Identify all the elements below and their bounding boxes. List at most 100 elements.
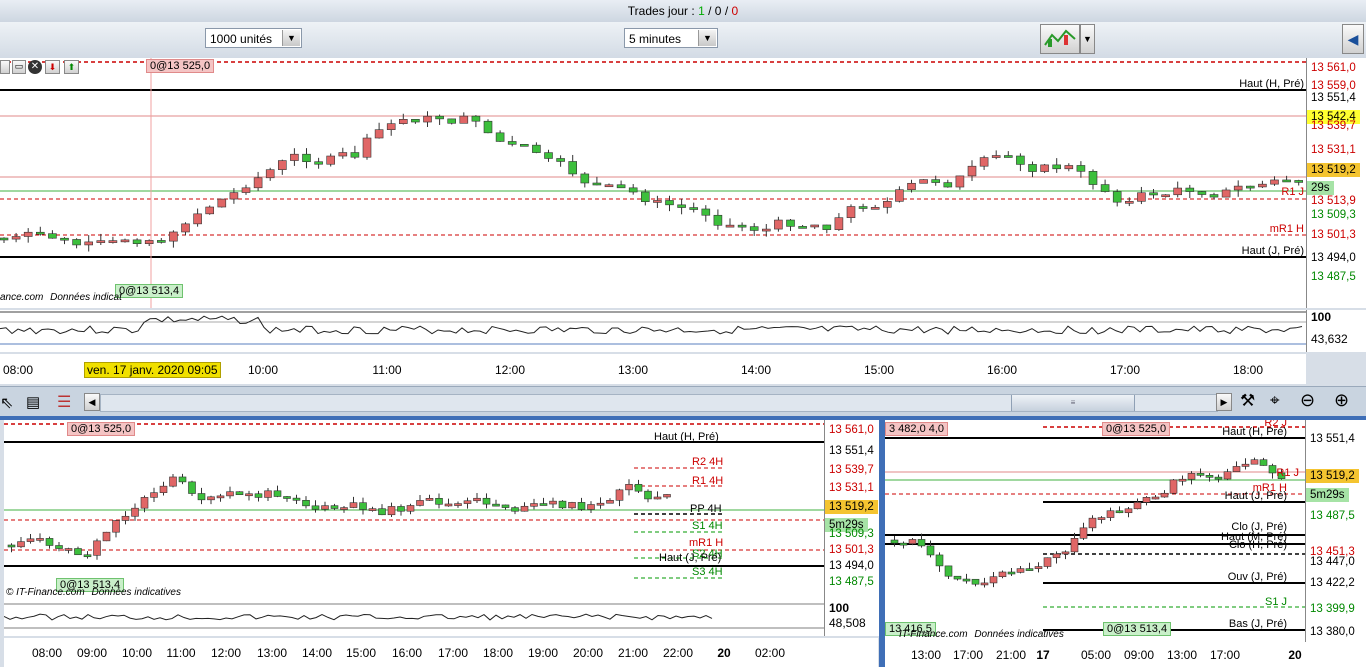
scroll-left-button[interactable]: ◀ xyxy=(84,393,100,411)
disclaimer-label: Données indicatives xyxy=(974,629,1064,640)
candle-body xyxy=(663,494,671,498)
bottom-right-time-axis: 13:00 17:00 21:00 17 05:00 09:00 13:00 17:00 20 xyxy=(885,642,1366,667)
price-axis-label: 13 399,9 xyxy=(1310,603,1355,615)
candle-body xyxy=(495,132,505,142)
candle-body xyxy=(1149,192,1158,196)
zoom-fit-icon[interactable]: ⌖ xyxy=(1270,391,1280,411)
sell-order-badge[interactable]: 0@13 525,0 xyxy=(1102,422,1171,436)
time-axis-label: 12:00 xyxy=(210,646,242,660)
zoom-in-icon[interactable]: ⊕ xyxy=(1334,390,1349,411)
chart-style-dropdown-button[interactable]: ▼ xyxy=(1080,24,1095,54)
settings-wrench-icon[interactable]: ⚒ xyxy=(1240,391,1255,411)
candle-body xyxy=(908,539,917,545)
chevron-down-icon[interactable]: ▼ xyxy=(698,30,716,46)
candle-body xyxy=(1007,571,1016,575)
candle-body xyxy=(321,505,329,510)
buy-arrow-icon[interactable]: ⬆ xyxy=(64,60,79,74)
price-axis-label: 13 561,0 xyxy=(1311,62,1356,74)
level-label-haut-j: Haut (J, Pré) xyxy=(1241,245,1304,257)
main-time-axis: 08:00 10:00 11:00 12:00 13:00 14:00 15:00 16:00… xyxy=(0,354,1306,384)
time-axis-label: 13:00 xyxy=(617,363,649,377)
candle-body xyxy=(1258,183,1267,188)
cursor-tool-icon[interactable]: ⇖ xyxy=(0,393,13,413)
interval-select[interactable]: 5 minutes ▼ xyxy=(624,28,718,48)
sell-order-badge[interactable]: 0@13 525,0 xyxy=(146,59,215,73)
scroll-right-button[interactable]: ▶ xyxy=(1216,393,1232,411)
candle-body xyxy=(35,231,45,235)
candle-body xyxy=(1250,459,1259,465)
chevron-down-icon[interactable]: ▼ xyxy=(282,30,300,46)
zoom-out-icon[interactable]: ⊖ xyxy=(1300,390,1315,411)
bottom-right-price-chart[interactable]: 3 482,0 4,0 0@13 525,0 0@13 513,4 13 416… xyxy=(885,420,1305,642)
buy-order-badge[interactable]: 0@13 513,4 xyxy=(1103,622,1172,636)
candle-body xyxy=(338,152,348,157)
candle-body xyxy=(350,152,360,158)
candle-body xyxy=(1100,184,1110,192)
candle-body xyxy=(483,120,493,134)
price-axis-label: 13 551,4 xyxy=(1311,92,1356,104)
close-icon[interactable]: ✕ xyxy=(28,60,42,74)
copyright-label: © IT-Finance.com xyxy=(6,587,85,598)
candle-body xyxy=(1161,194,1170,198)
candle-body xyxy=(397,506,405,512)
main-price-chart[interactable]: ▭ ✕ ⬇ ⬆ 0@13 525,0 0@13 513,4 ance.com D… xyxy=(0,58,1306,308)
candle-body xyxy=(1125,201,1134,204)
price-axis-label: 13 380,0 xyxy=(1310,626,1355,638)
time-axis-label: 18:00 xyxy=(1232,363,1264,377)
candle-body xyxy=(1214,476,1223,480)
level-label-s3-4h: S3 4H xyxy=(692,566,723,578)
copyright-text: IT-Finance.com Données indicatives xyxy=(899,629,1064,640)
candle-body xyxy=(519,144,529,147)
panel-toggle-button[interactable]: ◀ xyxy=(1342,24,1364,54)
window-icon[interactable] xyxy=(0,60,10,74)
candle-body xyxy=(374,129,384,139)
candle-body xyxy=(492,503,500,507)
level-label-haut-h: Haut (H, Pré) xyxy=(1222,426,1287,438)
sell-order-badge[interactable]: 0@13 525,0 xyxy=(67,422,136,436)
time-axis-label: 09:00 xyxy=(1123,648,1155,662)
candle-body xyxy=(435,115,444,120)
buy-order-badge[interactable]: 0@13 513,4 xyxy=(115,284,184,298)
candle-body xyxy=(1097,517,1106,520)
price-axis-label: 13 539,7 xyxy=(829,464,874,476)
price-axis-label: 13 487,5 xyxy=(1310,510,1355,522)
time-axis-label: 20 xyxy=(717,646,731,660)
time-axis-label: 14:00 xyxy=(301,646,333,660)
bottom-right-price-axis: 13 551,4 13 519,2 5m29s 13 487,5 13 451,3 13 … xyxy=(1305,420,1366,642)
candle-body xyxy=(302,500,310,507)
candle-body xyxy=(1133,502,1142,510)
bottom-left-price-chart[interactable]: 0@13 525,0 0@13 513,4 © IT-Finance.com D… xyxy=(4,420,824,600)
candle-body xyxy=(1205,475,1214,478)
candle-body xyxy=(362,137,372,158)
indicator-tool-icon[interactable]: ▤ xyxy=(26,393,40,411)
candle-body xyxy=(1088,171,1098,185)
level-label-haut-h: Haut (H, Pré) xyxy=(1239,78,1304,90)
candle-body xyxy=(96,240,106,243)
horizontal-scrollbar[interactable]: ≡ xyxy=(100,394,1218,412)
candle-body xyxy=(1034,566,1043,569)
candle-body xyxy=(935,554,944,567)
candle-body xyxy=(507,141,517,145)
chart-style-button[interactable] xyxy=(1040,24,1080,54)
quantity-select[interactable]: 1000 unités ▼ xyxy=(205,28,302,48)
drawing-tool-icon[interactable]: ☰ xyxy=(57,392,71,412)
candle-body xyxy=(625,484,633,491)
candle-body xyxy=(226,491,234,497)
candle-body xyxy=(459,115,469,124)
restore-icon[interactable]: ▭ xyxy=(12,60,26,74)
scrollbar-thumb[interactable]: ≡ xyxy=(1011,395,1135,411)
trades-loss-count: 0 xyxy=(731,4,739,18)
trades-neutral-count: 0 xyxy=(714,4,722,18)
candle-body xyxy=(919,179,928,184)
candle-body xyxy=(1043,557,1052,567)
candle-body xyxy=(786,219,795,227)
oscillator-line-svg xyxy=(4,603,824,629)
candle-body xyxy=(330,505,339,509)
candle-body xyxy=(411,119,420,123)
candle-body xyxy=(265,169,275,179)
sell-arrow-icon[interactable]: ⬇ xyxy=(45,60,60,74)
oscillator-line-svg xyxy=(0,311,1306,345)
candle-body xyxy=(217,198,227,208)
oscillator-axis: 100 43,632 xyxy=(1306,310,1366,352)
candle-body xyxy=(530,503,538,507)
